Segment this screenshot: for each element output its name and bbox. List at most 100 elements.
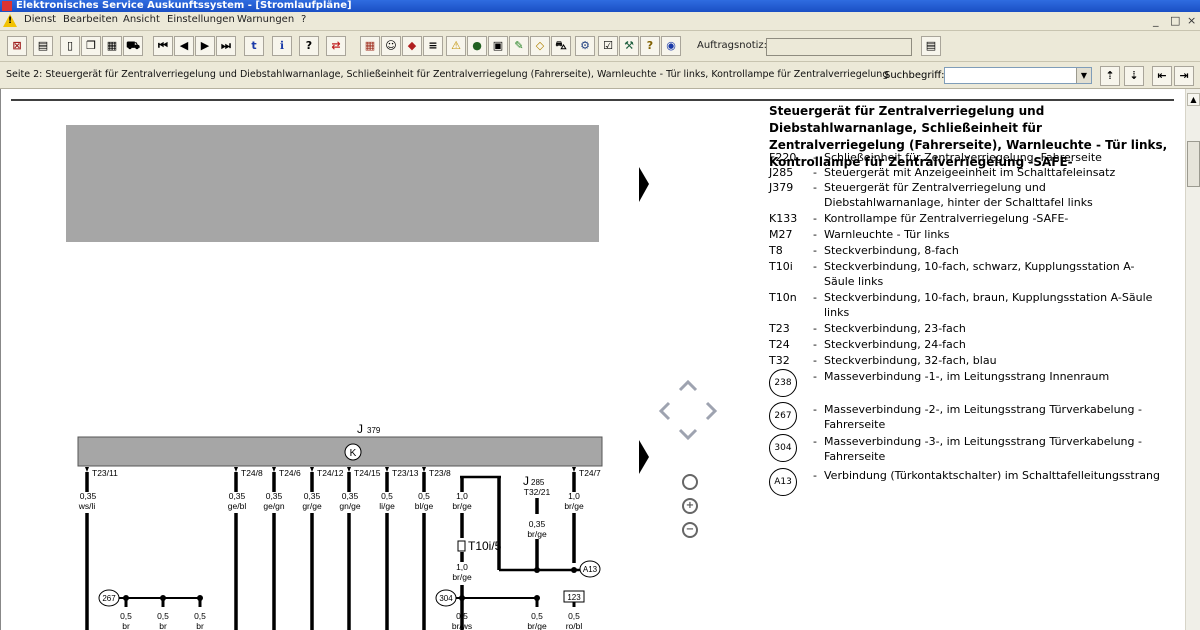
menu-warnungen[interactable]: Warnungen (237, 14, 294, 25)
search-forward-icon[interactable]: ⇡ (1100, 66, 1120, 86)
swap-icon[interactable]: ⇄ (326, 36, 346, 56)
wire-color: ge/bl (228, 501, 247, 511)
zoom-fit-icon[interactable] (677, 472, 699, 494)
vertical-scrollbar[interactable]: ▲ (1185, 89, 1200, 630)
wire-color: br/ge (452, 501, 472, 511)
menu-help[interactable]: ? (301, 14, 306, 25)
scroll-thumb[interactable] (1187, 141, 1200, 187)
diagram-view[interactable]: K J 379 T23/11 T24/8 T24/6 T24/12 T24/15… (0, 89, 1186, 630)
tools-icon[interactable]: ⚒ (619, 36, 639, 56)
alert-icon[interactable]: ⚠ (446, 36, 466, 56)
pin-arrow (347, 467, 351, 472)
wire-color: br/ws (452, 621, 472, 630)
pin-label: T24/8 (241, 468, 263, 478)
vehicle-icon[interactable]: ⛍ (551, 36, 571, 56)
menu-bearbeiten[interactable]: Bearbeiten (63, 14, 118, 25)
car-icon[interactable]: ⛟ (123, 36, 143, 56)
node-a13-label: A13 (583, 565, 598, 574)
search-label: Suchbegriff: (884, 70, 945, 81)
menu-bar: Dienst Bearbeiten Ansicht Einstellungen … (0, 12, 1200, 31)
j285-wire-size: 0,35 (529, 519, 546, 529)
node-304-label: 304 (439, 594, 453, 603)
wire-color: bl/ge (415, 501, 434, 511)
wire-junction (571, 567, 577, 573)
exit-icon[interactable]: ⊠ (7, 36, 27, 56)
help-icon[interactable]: ? (299, 36, 319, 56)
scroll-up-icon[interactable]: ▲ (1187, 93, 1200, 106)
restore-button[interactable]: □ (1170, 14, 1180, 27)
wire-color: br (196, 621, 204, 630)
j285-pin: T32/21 (524, 487, 551, 497)
checklist-icon[interactable]: ☑ (598, 36, 618, 56)
j285-label: J (523, 474, 529, 488)
pen-icon[interactable]: ✎ (509, 36, 529, 56)
wire-color: gn/ge (339, 501, 361, 511)
menu-einstellungen[interactable]: Einstellungen (167, 14, 235, 25)
j379-label: J (357, 422, 363, 436)
book-icon[interactable]: ◆ (402, 36, 422, 56)
search-back-icon[interactable]: ⇣ (1124, 66, 1144, 86)
j285-wire-color: br/ge (527, 529, 547, 539)
pin-label: T24/12 (317, 468, 344, 478)
question-doc-icon[interactable]: ? (640, 36, 660, 56)
upper-component-block (66, 125, 599, 242)
wire-size: 0,5 (418, 491, 430, 501)
text-icon[interactable]: t (244, 36, 264, 56)
pin-arrow (385, 467, 389, 472)
close-button[interactable]: × (1187, 14, 1196, 27)
list-icon[interactable]: ≡ (423, 36, 443, 56)
pan-left-icon (658, 401, 671, 421)
wire-color: ro/bl (566, 621, 583, 630)
tag-icon[interactable]: ◇ (530, 36, 550, 56)
order-note-button[interactable]: ▤ (921, 36, 941, 56)
wire-size: 0,5 (456, 611, 468, 621)
new-document-icon[interactable]: ▯ (60, 36, 80, 56)
pan-right-icon (705, 401, 718, 421)
app-icon (2, 1, 12, 11)
next-section-arrow-icon (639, 167, 649, 202)
menu-ansicht[interactable]: Ansicht (123, 14, 160, 25)
first-page-icon[interactable]: ⏮ (153, 36, 173, 56)
wire-size: 1,0 (456, 491, 468, 501)
pin-label: T24/7 (579, 468, 601, 478)
minimize-button[interactable]: _ (1153, 14, 1159, 27)
warning-icon (3, 14, 17, 27)
print-icon[interactable]: ▤ (33, 36, 53, 56)
wire-color: gr/ge (302, 501, 322, 511)
menu-dienst[interactable]: Dienst (24, 14, 56, 25)
prev-result-icon[interactable]: ⇤ (1152, 66, 1172, 86)
connector-icon (457, 540, 466, 552)
person-icon[interactable]: ☺ (381, 36, 401, 56)
next-page-icon[interactable]: ▶ (195, 36, 215, 56)
last-page-icon[interactable]: ⏭ (216, 36, 236, 56)
copy-icon[interactable]: ❐ (81, 36, 101, 56)
next-section-arrow-icon-2 (639, 440, 649, 474)
diagnose-icon[interactable]: ⚙ (575, 36, 595, 56)
wire-color: ge/gn (263, 501, 285, 511)
prev-page-icon[interactable]: ◀ (174, 36, 194, 56)
pin-label: T24/15 (354, 468, 381, 478)
grid-icon[interactable]: ▦ (360, 36, 380, 56)
pin-arrow (422, 467, 426, 472)
node-123-label: 123 (567, 593, 581, 602)
node-267-label: 267 (102, 594, 116, 603)
next-result-icon[interactable]: ⇥ (1174, 66, 1194, 86)
zoom-out-icon[interactable]: − (677, 520, 699, 542)
clipboard-icon[interactable]: ▦ (102, 36, 122, 56)
info-icon[interactable]: ℹ (272, 36, 292, 56)
pin-label: T24/6 (279, 468, 301, 478)
wire-junction (534, 567, 540, 573)
mid-wire-color: br/ge (452, 572, 472, 582)
order-note-label: Auftragsnotiz: (697, 40, 768, 51)
wire-size: 0,35 (342, 491, 359, 501)
dropdown-arrow-icon[interactable]: ▼ (1076, 68, 1091, 83)
globe-icon[interactable]: ● (467, 36, 487, 56)
search-input[interactable]: ▼ (944, 67, 1092, 84)
pin-label: T23/11 (92, 468, 118, 478)
settings-icon[interactable]: ◉ (661, 36, 681, 56)
wire-color: li/ge (379, 501, 395, 511)
wire-size: 0,5 (194, 611, 206, 621)
zoom-in-icon[interactable]: + (677, 496, 699, 518)
save-icon[interactable]: ▣ (488, 36, 508, 56)
order-note-field[interactable] (766, 38, 912, 56)
